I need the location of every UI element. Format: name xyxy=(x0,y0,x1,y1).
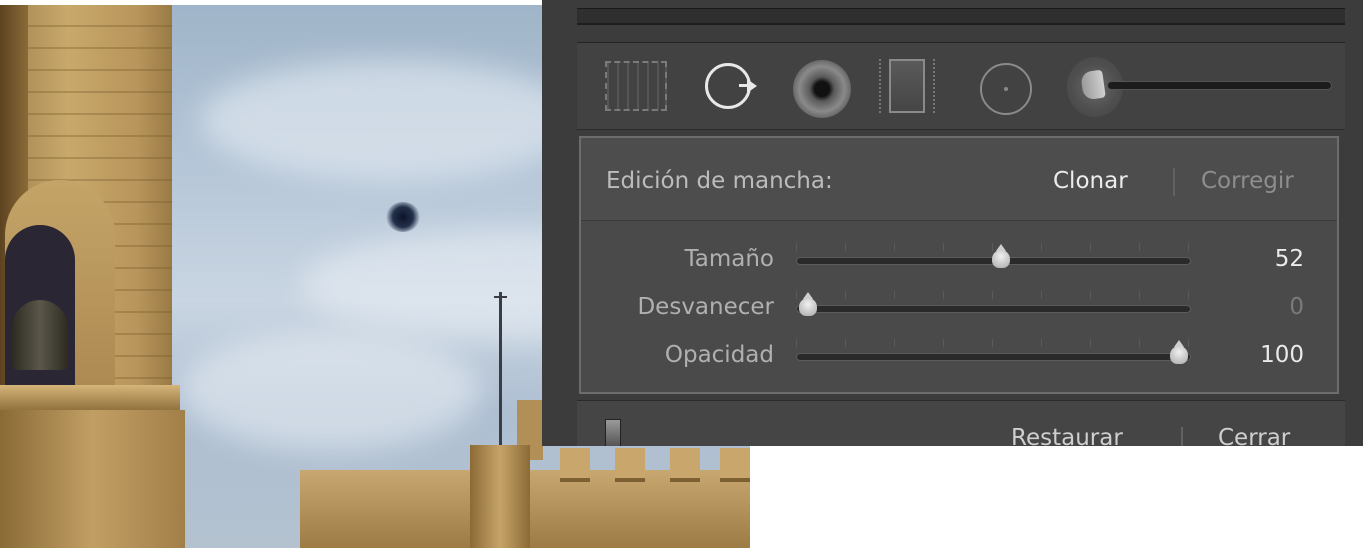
close-button[interactable]: Cerrar xyxy=(1218,425,1290,446)
red-eye-icon[interactable] xyxy=(793,60,851,118)
tool-strip-slider[interactable] xyxy=(1107,81,1332,90)
tower-base xyxy=(0,410,185,548)
mode-separator xyxy=(1173,168,1175,196)
feather-slider-track[interactable] xyxy=(796,305,1191,313)
opacity-slider-label: Opacidad xyxy=(664,342,774,368)
feather-slider-row: Desvanecer 0 xyxy=(581,288,1337,328)
battlement xyxy=(615,448,645,482)
slider-ticks xyxy=(796,243,1191,251)
tool-strip xyxy=(577,42,1345,130)
battlement xyxy=(720,448,750,482)
battlement xyxy=(560,448,590,482)
opacity-slider-value[interactable]: 100 xyxy=(1260,342,1304,368)
feather-slider-label: Desvanecer xyxy=(637,294,774,320)
antenna-mast xyxy=(499,292,502,462)
dust-spot[interactable] xyxy=(386,202,420,232)
footer-separator xyxy=(1181,427,1183,446)
size-slider-label: Tamaño xyxy=(684,246,774,272)
graduated-filter-icon[interactable] xyxy=(889,59,925,113)
battlement xyxy=(670,448,700,482)
opacity-slider-thumb[interactable] xyxy=(1170,340,1188,364)
spot-edit-label: Edición de mancha: xyxy=(606,168,833,194)
panel-toggle-switch[interactable] xyxy=(605,419,621,446)
size-slider-row: Tamaño 52 xyxy=(581,240,1337,280)
cloud xyxy=(200,60,580,180)
castle-tower xyxy=(470,445,530,548)
panel-header-strip xyxy=(577,8,1345,25)
opacity-slider-track[interactable] xyxy=(796,353,1191,361)
panel-footer: Restaurar Cerrar xyxy=(577,400,1345,446)
slider-ticks xyxy=(796,291,1191,299)
antenna-crossbar xyxy=(494,296,507,298)
marquee-icon[interactable] xyxy=(605,61,667,111)
size-slider-thumb[interactable] xyxy=(991,244,1010,268)
mode-clone-button[interactable]: Clonar xyxy=(1053,168,1128,194)
spot-edit-header: Edición de mancha: Clonar Corregir xyxy=(581,138,1337,221)
spot-removal-panel: Edición de mancha: Clonar Corregir Tamañ… xyxy=(542,0,1363,446)
radial-filter-center xyxy=(1004,87,1008,91)
feather-slider-thumb[interactable] xyxy=(799,292,817,316)
mode-heal-button[interactable]: Corregir xyxy=(1201,168,1294,194)
cloud xyxy=(180,330,480,450)
slider-ticks xyxy=(796,339,1191,347)
spot-removal-arrow-icon xyxy=(747,79,757,93)
spot-edit-section: Edición de mancha: Clonar Corregir Tamañ… xyxy=(579,136,1339,394)
bell xyxy=(12,300,68,370)
opacity-slider-row: Opacidad 100 xyxy=(581,336,1337,376)
feather-slider-value[interactable]: 0 xyxy=(1289,294,1304,320)
size-slider-value[interactable]: 52 xyxy=(1275,246,1304,272)
tower-ledge xyxy=(0,385,180,411)
reset-button[interactable]: Restaurar xyxy=(1011,425,1123,446)
